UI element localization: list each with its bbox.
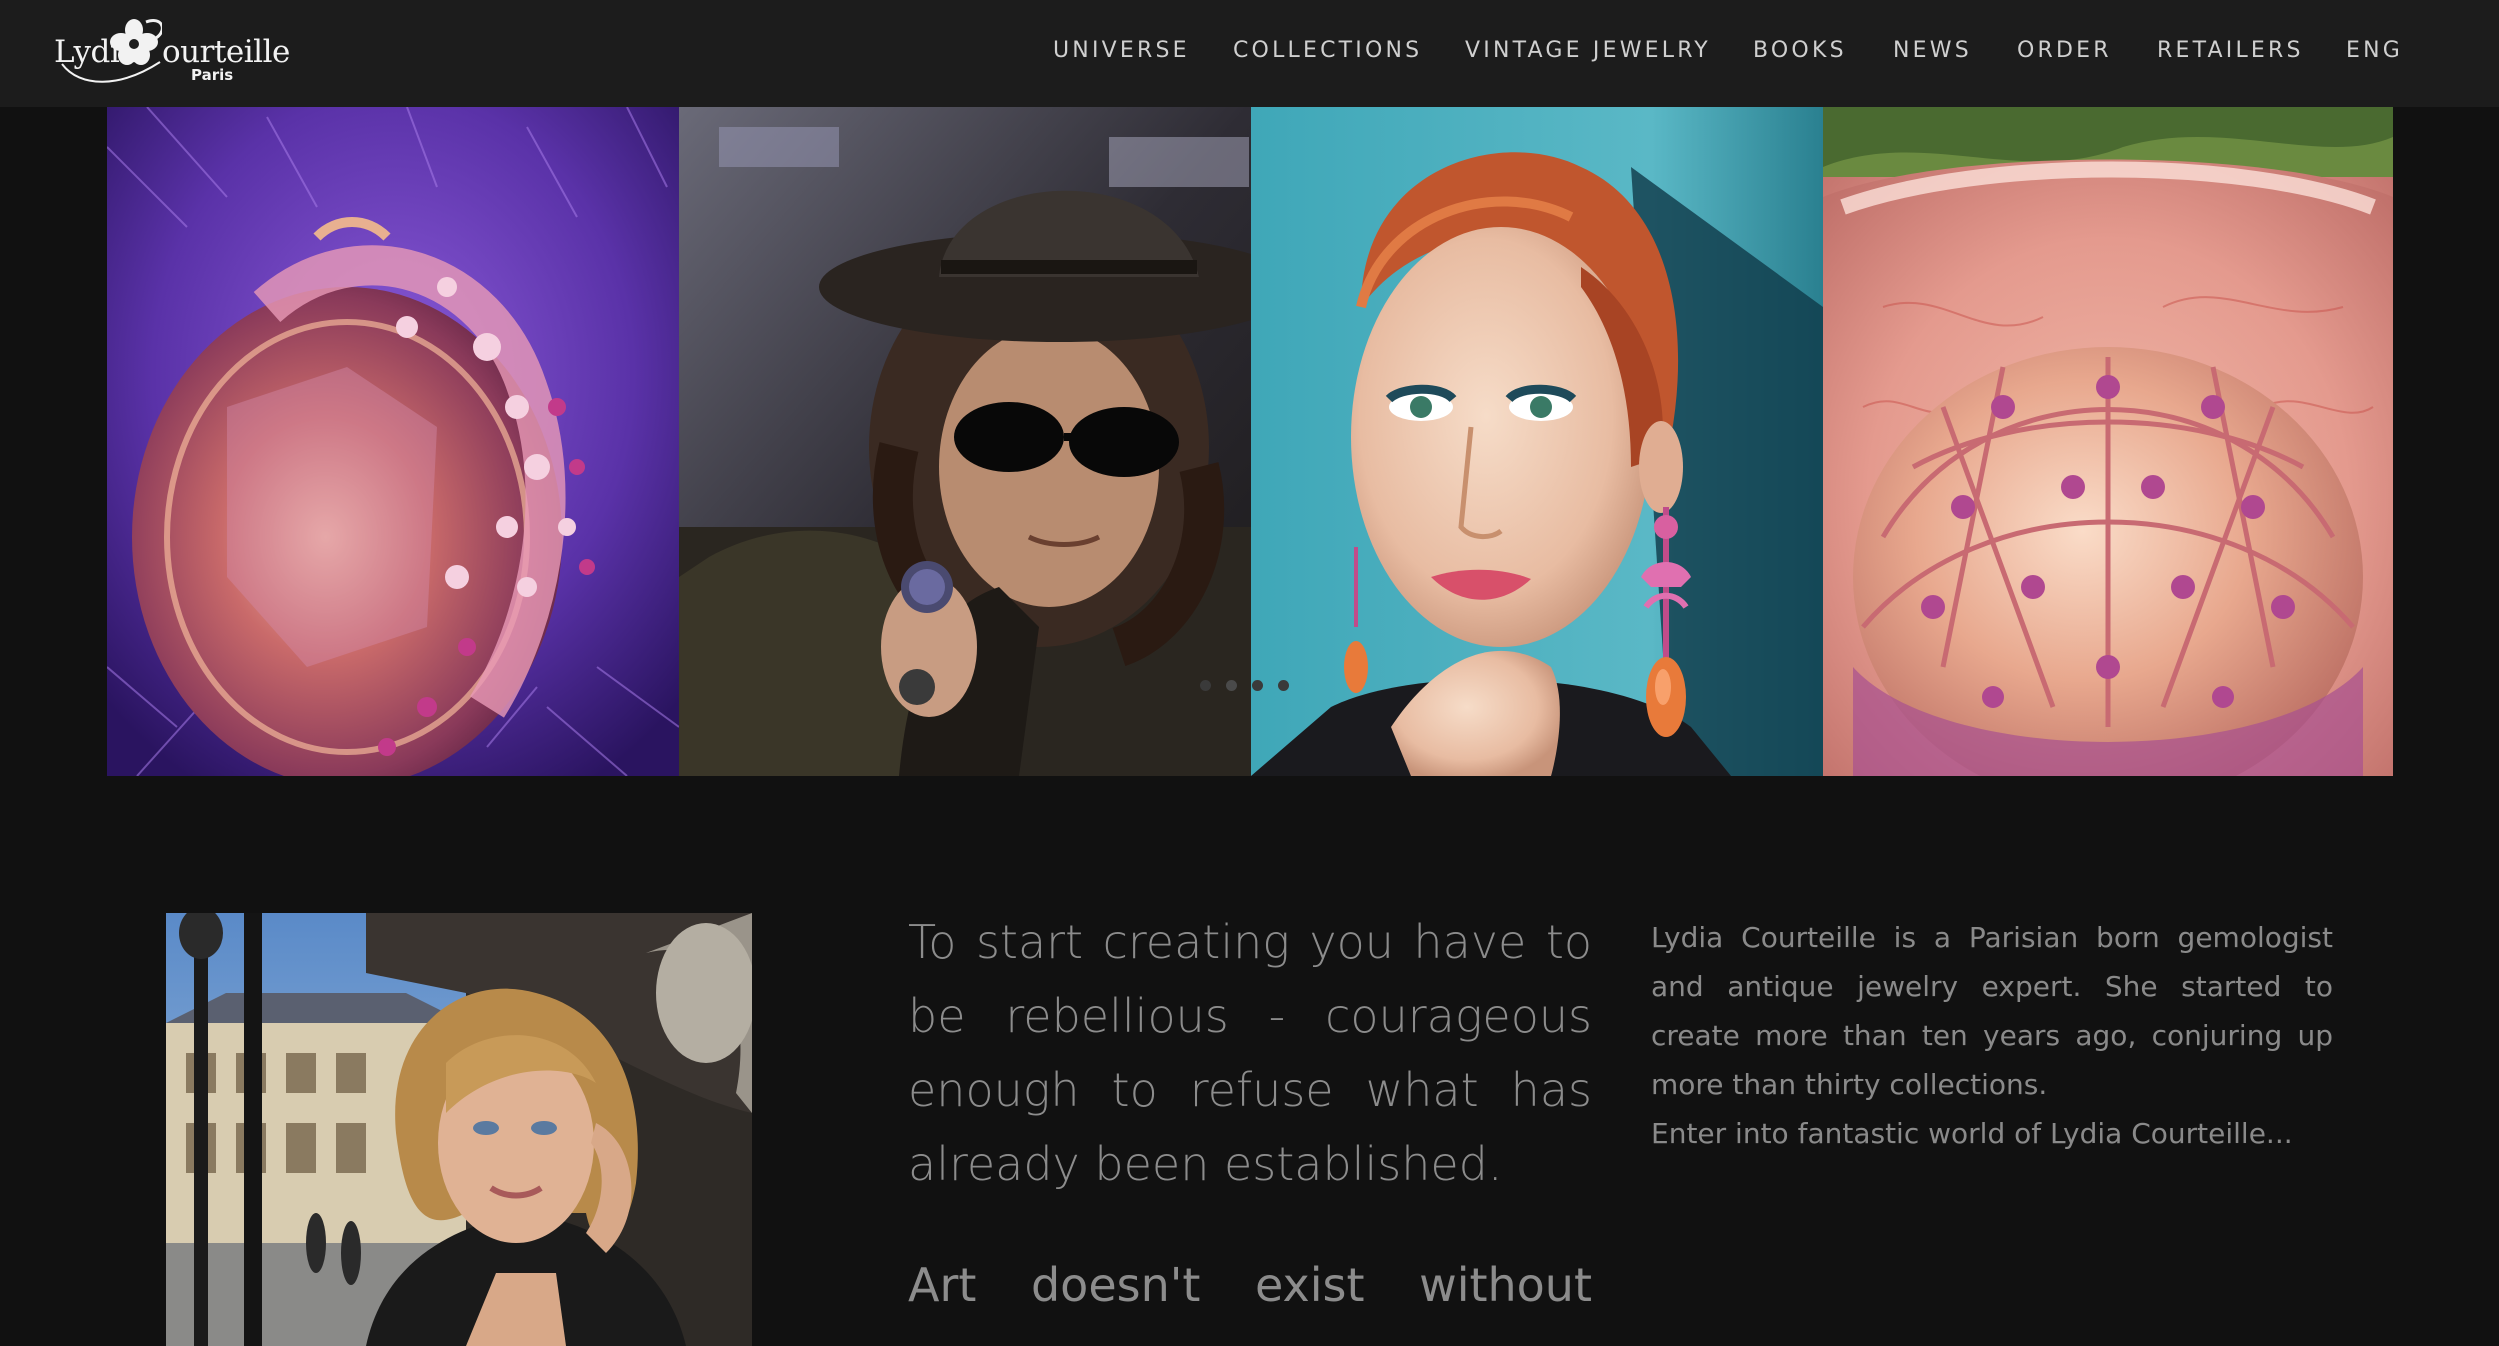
logo-city: Paris: [191, 66, 234, 84]
slide-dome-ring[interactable]: [1823, 107, 2393, 776]
logo-name-right: ourteille: [162, 34, 290, 70]
bio-paragraph: Lydia Courteille is a Parisian born gemo…: [1651, 921, 2333, 1101]
nav-item-language[interactable]: ENG: [2346, 38, 2403, 63]
nav-item-order[interactable]: ORDER: [2017, 38, 2112, 63]
nav-item-collections[interactable]: COLLECTIONS: [1233, 38, 1422, 63]
slider-dot-1[interactable]: [1200, 680, 1211, 691]
designer-quote-continued: Art doesn't exist without: [908, 1258, 1592, 1312]
nav-item-retailers[interactable]: RETAILERS: [2157, 38, 2304, 63]
man-hat-image: [679, 107, 1251, 776]
dome-ring-image: [1823, 107, 2393, 776]
slider-dot-3[interactable]: [1252, 680, 1263, 691]
nav-item-universe[interactable]: UNIVERSE: [1053, 38, 1190, 63]
brand-logo[interactable]: Lydia ourteille Paris: [50, 16, 290, 88]
nav-item-news[interactable]: NEWS: [1893, 38, 1972, 63]
page: Lydia ourteille Paris UNIVERSE COLLECTIO…: [0, 0, 2499, 1346]
slider-dots: [1200, 680, 1290, 696]
slide-ring-purple[interactable]: [107, 107, 679, 776]
woman-earrings-image: [1251, 107, 1823, 776]
nav-item-vintage-jewelry[interactable]: VINTAGE JEWELRY: [1465, 38, 1711, 63]
slide-man-hat[interactable]: [679, 107, 1251, 776]
designer-portrait-image: [166, 913, 752, 1346]
hero-slider[interactable]: [107, 107, 2393, 776]
logo-swoosh-icon: [61, 61, 161, 83]
designer-quote: To start creating you have to be rebelli…: [908, 915, 1592, 1191]
slide-woman-earrings[interactable]: [1251, 107, 1823, 776]
nav-item-books[interactable]: BOOKS: [1753, 38, 1847, 63]
ring-purple-image: [107, 107, 679, 776]
slider-dot-4[interactable]: [1278, 680, 1289, 691]
designer-portrait: [166, 913, 752, 1346]
designer-bio: Lydia Courteille is a Parisian born gemo…: [1651, 913, 2333, 1158]
bio-invitation[interactable]: Enter into fantastic world of Lydia Cour…: [1651, 1109, 2333, 1158]
slider-dot-2[interactable]: [1226, 680, 1237, 691]
site-header: Lydia ourteille Paris UNIVERSE COLLECTIO…: [0, 0, 2499, 107]
